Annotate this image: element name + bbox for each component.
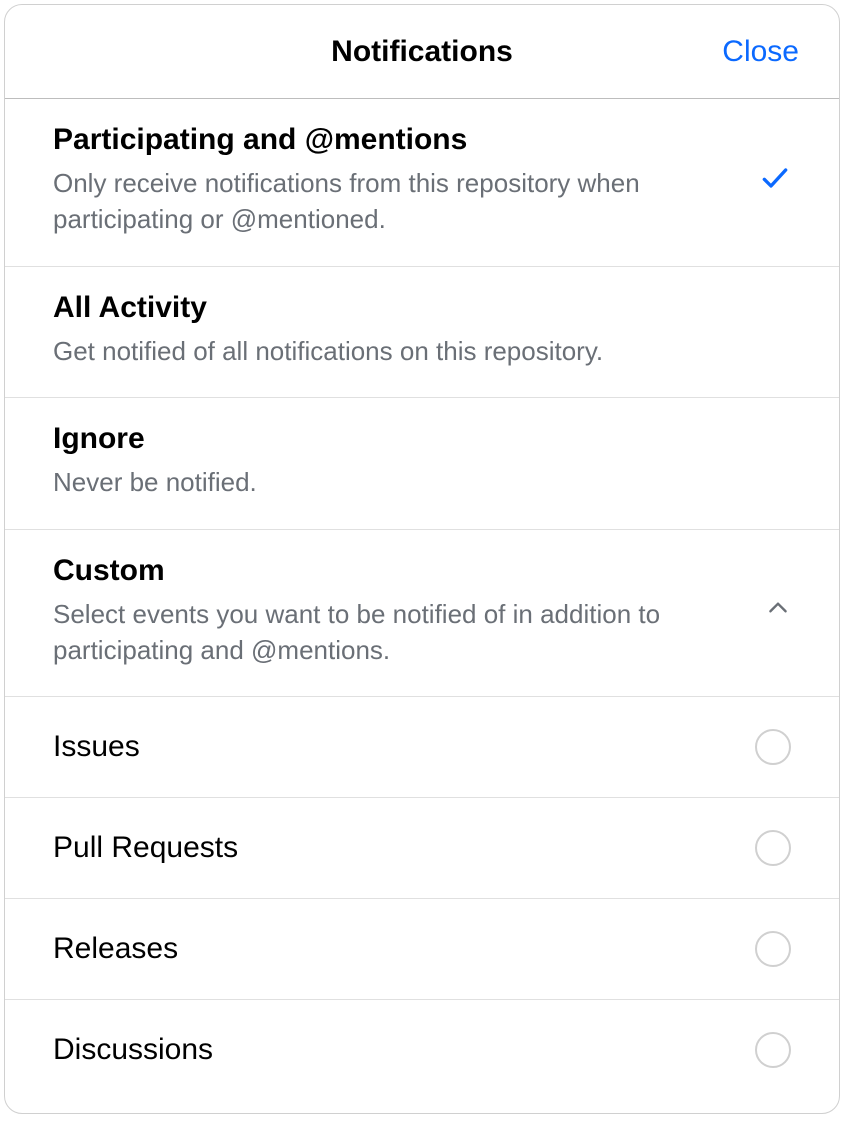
custom-item-label: Releases <box>53 932 178 966</box>
option-description: Never be notified. <box>53 464 791 500</box>
option-title: All Activity <box>53 291 791 325</box>
option-title: Ignore <box>53 422 791 456</box>
option-text: Participating and @mentions Only receive… <box>53 123 739 238</box>
option-description: Select events you want to be notified of… <box>53 596 745 669</box>
option-custom[interactable]: Custom Select events you want to be noti… <box>5 530 839 698</box>
option-title: Custom <box>53 554 745 588</box>
modal-title: Notifications <box>331 35 513 69</box>
radio-circle-icon[interactable] <box>755 729 791 765</box>
modal-header: Notifications Close <box>5 5 839 99</box>
custom-item-issues[interactable]: Issues <box>5 697 839 798</box>
option-ignore[interactable]: Ignore Never be notified. <box>5 398 839 529</box>
custom-item-pull-requests[interactable]: Pull Requests <box>5 798 839 899</box>
option-description: Get notified of all notifications on thi… <box>53 333 791 369</box>
chevron-up-icon <box>765 595 791 626</box>
radio-circle-icon[interactable] <box>755 1032 791 1068</box>
option-text: Ignore Never be notified. <box>53 422 791 500</box>
option-all-activity[interactable]: All Activity Get notified of all notific… <box>5 267 839 398</box>
radio-circle-icon[interactable] <box>755 830 791 866</box>
option-text: Custom Select events you want to be noti… <box>53 554 745 669</box>
close-button[interactable]: Close <box>722 35 799 69</box>
option-participating[interactable]: Participating and @mentions Only receive… <box>5 99 839 267</box>
notifications-modal: Notifications Close Participating and @m… <box>4 4 840 1114</box>
custom-item-label: Issues <box>53 730 140 764</box>
option-description: Only receive notifications from this rep… <box>53 165 739 238</box>
modal-content: Participating and @mentions Only receive… <box>5 99 839 1113</box>
check-icon <box>759 162 791 199</box>
option-title: Participating and @mentions <box>53 123 739 157</box>
custom-item-discussions[interactable]: Discussions <box>5 1000 839 1100</box>
option-text: All Activity Get notified of all notific… <box>53 291 791 369</box>
custom-item-releases[interactable]: Releases <box>5 899 839 1000</box>
custom-item-label: Pull Requests <box>53 831 238 865</box>
custom-item-label: Discussions <box>53 1033 213 1067</box>
radio-circle-icon[interactable] <box>755 931 791 967</box>
